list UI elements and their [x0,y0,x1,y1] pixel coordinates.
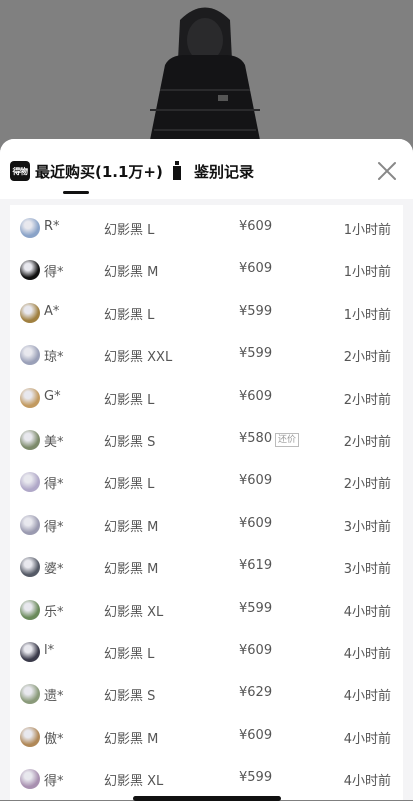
tab-recent-label: 最近购买(1.1万+) [35,162,163,181]
avatar [20,769,40,790]
time-ago: 2小时前 [343,350,391,366]
purchase-list[interactable]: R* 幻影黑 L ¥609 1小时前 得* 幻影黑 M ¥609 1小时前 A* 幻影黑 L ¥59… [10,205,403,800]
time-ago: 3小时前 [343,519,391,535]
product-spec: 幻影黑 S [104,435,156,450]
price: ¥609 [239,515,273,531]
product-spec: 幻影黑 S [104,689,156,705]
tab-authentication-records[interactable]: 鉴别记录 [168,159,254,183]
purchase-row: A* 幻影黑 L ¥599 1小时前 [10,292,403,334]
buyer-name: 傲* [44,731,64,747]
price: ¥580 [239,431,273,446]
buyer-name: 得* [44,265,64,281]
product-image-down-jacket [148,7,262,150]
tab-bar: 得物 最近购买(1.1万+) 鉴别记录 [0,139,413,199]
avatar [20,345,40,366]
purchase-row: R* 幻影黑 L ¥609 1小时前 [10,207,403,249]
price: ¥609 [239,643,273,658]
purchase-row: G* 幻影黑 L ¥609 2小时前 [10,377,403,419]
product-spec: 幻影黑 M [104,265,159,281]
purchase-row: 婆* 幻影黑 M ¥619 3小时前 [10,546,403,588]
buyer-name: 得* [44,774,64,790]
time-ago: 3小时前 [343,562,391,578]
avatar [20,726,40,747]
buyer-name: 婆* [44,562,64,578]
time-ago: 1小时前 [343,307,391,323]
buyer-name: G* [44,388,61,404]
price: ¥599 [239,600,273,616]
bottle-icon [168,161,186,181]
time-ago: 2小时前 [343,392,391,408]
price: ¥599 [239,346,273,362]
purchase-row: 得* 幻影黑 L ¥609 2小时前 [10,461,403,503]
time-ago: 4小时前 [343,689,391,705]
time-ago: 4小时前 [343,647,391,662]
purchase-row: 得* 幻影黑 M ¥609 1小时前 [10,249,403,291]
avatar [20,472,40,493]
time-ago: 4小时前 [343,604,391,620]
price: ¥599 [239,303,273,319]
buyer-name: R* [44,219,60,234]
avatar [20,684,40,705]
avatar [20,218,40,238]
time-ago: 2小时前 [343,477,391,493]
price: ¥609 [239,388,273,404]
buyer-name: 得* [44,519,64,535]
product-spec: 幻影黑 L [104,477,155,493]
product-spec: 幻影黑 L [104,647,155,662]
purchase-row: 美* 幻影黑 S ¥580 还价 2小时前 [10,419,403,461]
product-spec: 幻影黑 XXL [104,350,173,366]
purchase-row: l* 幻影黑 L ¥609 4小时前 [10,631,403,673]
product-spec: 幻影黑 M [104,562,159,578]
buyer-name: 琼* [44,350,64,366]
buyer-name: 美* [44,435,64,450]
purchase-row: 傲* 幻影黑 M ¥609 4小时前 [10,716,403,758]
price: ¥619 [239,558,273,574]
purchase-row: 遗* 幻影黑 S ¥629 4小时前 [10,673,403,715]
purchase-row: 得* 幻影黑 M ¥609 3小时前 [10,504,403,546]
tab-auth-label: 鉴别记录 [194,162,255,181]
product-spec: 幻影黑 L [104,392,155,408]
time-ago: 1小时前 [343,265,391,281]
price: ¥599 [239,770,273,786]
price: ¥609 [239,727,273,743]
purchase-history-sheet: 得物 最近购买(1.1万+) 鉴别记录 R* 幻影黑 L ¥609 1小时前 得* 幻影黑… [0,139,413,800]
price-tag: 还价 [275,433,300,447]
purchase-row: 琼* 幻影黑 XXL ¥599 2小时前 [10,334,403,376]
product-spec: 幻影黑 M [104,519,159,535]
tab-recent-purchases[interactable]: 得物 最近购买(1.1万+) [10,159,163,183]
price: ¥609 [239,261,273,277]
buyer-name: l* [44,643,55,658]
buyer-name: 得* [44,477,64,493]
avatar [20,260,40,281]
product-spec: 幻影黑 M [104,731,159,747]
product-spec: 幻影黑 XL [104,604,164,620]
active-tab-indicator [63,191,89,194]
close-icon[interactable] [376,160,398,182]
dewu-logo-icon: 得物 [10,161,30,181]
price: ¥609 [239,219,273,234]
product-spec: 幻影黑 L [104,307,155,323]
purchase-row: 得* 幻影黑 XL ¥599 4小时前 [10,758,403,800]
avatar [20,642,40,662]
time-ago: 4小时前 [343,774,391,790]
avatar [20,387,40,408]
time-ago: 2小时前 [343,435,391,450]
product-spec: 幻影黑 XL [104,774,164,790]
avatar [20,599,40,620]
price: ¥609 [239,473,273,489]
buyer-name: 乐* [44,604,64,620]
time-ago: 1小时前 [343,223,391,238]
avatar [20,302,40,323]
avatar [20,557,40,578]
price: ¥629 [239,685,273,701]
avatar [20,430,40,450]
buyer-name: A* [44,303,60,319]
home-indicator[interactable] [133,796,281,801]
avatar [20,514,40,535]
product-spec: 幻影黑 L [104,223,155,238]
buyer-name: 遗* [44,689,64,705]
purchase-row: 乐* 幻影黑 XL ¥599 4小时前 [10,589,403,631]
time-ago: 4小时前 [343,731,391,747]
